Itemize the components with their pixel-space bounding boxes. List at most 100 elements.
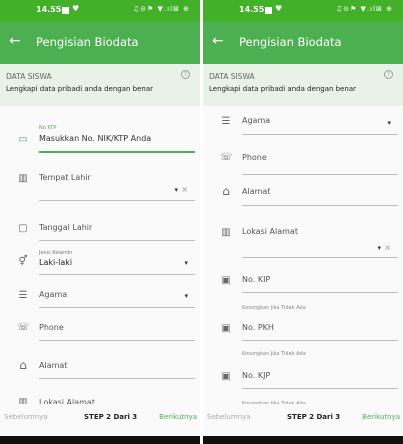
status-time: 14.55 — [239, 5, 265, 14]
pkh-field[interactable]: ▣ No. PKH Kosongkan Jika Tidak Ada — [203, 320, 403, 360]
dropdown-arrow-icon[interactable]: ▾ — [377, 244, 381, 252]
ktp-input[interactable]: Masukkan No. NIK/KTP Anda — [39, 134, 151, 143]
lokasi-alamat-underline — [242, 257, 398, 258]
phone-label: Phone — [242, 153, 267, 162]
tanggal-lahir-underline — [39, 240, 195, 241]
tempat-lahir-field[interactable]: ▥ Tempat Lahir ▾ × — [0, 170, 200, 206]
help-icon[interactable]: ? — [384, 70, 393, 79]
card-icon: ▣ — [221, 371, 231, 382]
notification-square-icon — [62, 7, 69, 14]
home-icon: ⌂ — [222, 184, 230, 198]
agama-field[interactable]: ☰ Agama ▾ — [203, 113, 403, 137]
notification-square-icon — [265, 7, 272, 14]
system-status-icons: ♫⊝⚑ ▼.ıl⊠ ⊕ — [132, 5, 190, 13]
alamat-field[interactable]: ⌂ Alamat — [203, 184, 403, 208]
right-screen: 14.55 ♥ ♫⊝⚑ ▼.ıl⊠ ⊕ ← Pengisian Biodata … — [203, 0, 403, 444]
page-title: Pengisian Biodata — [36, 35, 139, 49]
app-bar: ← Pengisian Biodata — [0, 22, 200, 64]
previous-button[interactable]: Sebelumnya — [207, 413, 251, 421]
list-icon: ☰ — [221, 116, 231, 127]
phone-icon: ☏ — [220, 152, 233, 163]
heart-icon: ♥ — [72, 4, 80, 13]
clear-icon[interactable]: × — [181, 185, 188, 194]
system-nav-bar — [0, 436, 200, 444]
kip-field[interactable]: ▣ No. KIP Kosongkan Jika Tidak Ada — [203, 272, 403, 312]
dropdown-arrow-icon[interactable]: ▾ — [184, 292, 188, 300]
section-label: DATA SISWA — [209, 72, 255, 81]
alamat-label: Alamat — [242, 187, 271, 196]
kip-label: No. KIP — [242, 275, 271, 284]
phone-field[interactable]: ☏ Phone — [0, 320, 200, 344]
back-arrow-icon[interactable]: ← — [212, 33, 224, 49]
back-arrow-icon[interactable]: ← — [9, 33, 21, 49]
step-indicator: STEP 2 Dari 3 — [287, 413, 341, 421]
tempat-lahir-label: Tempat Lahir — [39, 173, 91, 182]
alamat-label: Alamat — [39, 361, 68, 370]
id-card-icon: ▭ — [18, 134, 28, 145]
status-bar: 14.55 ♥ ♫⊝⚑ ▼.ıl⊠ ⊕ — [203, 0, 403, 22]
pkh-label: No. PKH — [242, 323, 274, 332]
section-description: Lengkapi data pribadi anda dengan benar — [209, 85, 357, 93]
system-nav-bar — [203, 436, 403, 444]
alamat-underline — [39, 378, 195, 379]
ktp-underline — [39, 151, 195, 153]
dropdown-arrow-icon[interactable]: ▾ — [174, 186, 178, 194]
kjp-label: No. KJP — [242, 371, 271, 380]
jenis-kelamin-value[interactable]: Laki-laki — [39, 258, 72, 267]
help-icon[interactable]: ? — [181, 70, 190, 79]
page-title: Pengisian Biodata — [239, 35, 342, 49]
kjp-underline — [242, 388, 398, 389]
jenis-kelamin-label: Jenis Kelamin — [39, 250, 73, 256]
lokasi-alamat-field[interactable]: ▥ Lokasi Alamat ▾ × — [203, 224, 403, 260]
tempat-lahir-underline — [39, 200, 195, 201]
pkh-underline — [242, 340, 398, 341]
previous-button[interactable]: Sebelumnya — [4, 413, 48, 421]
pkh-hint: Kosongkan Jika Tidak Ada — [242, 351, 306, 357]
kjp-field[interactable]: ▣ No. KJP Kosongkan Jika Tidak Ada — [203, 368, 403, 408]
alamat-underline — [242, 205, 398, 206]
clear-icon[interactable]: × — [384, 243, 391, 252]
jenis-kelamin-underline — [39, 274, 195, 275]
kip-hint: Kosongkan Jika Tidak Ada — [242, 305, 306, 311]
phone-underline — [242, 174, 398, 175]
jenis-kelamin-field[interactable]: ⚥ Jenis Kelamin Laki-laki ▾ — [0, 248, 200, 280]
tanggal-lahir-field[interactable]: ▢ Tanggal Lahir — [0, 220, 200, 244]
home-icon: ⌂ — [19, 358, 27, 372]
section-header: DATA SISWA ? Lengkapi data pribadi anda … — [203, 64, 403, 106]
app-bar: ← Pengisian Biodata — [203, 22, 403, 64]
section-header: DATA SISWA ? Lengkapi data pribadi anda … — [0, 64, 200, 106]
heart-icon: ♥ — [275, 4, 283, 13]
tanggal-lahir-label: Tanggal Lahir — [39, 223, 93, 232]
footer: Sebelumnya STEP 2 Dari 3 Berikutnya — [0, 404, 200, 436]
ktp-label: No KTP — [39, 125, 57, 131]
map-icon: ▥ — [221, 227, 231, 238]
dropdown-arrow-icon[interactable]: ▾ — [387, 119, 391, 127]
card-icon: ▣ — [221, 323, 231, 334]
card-icon: ▣ — [221, 275, 231, 286]
status-time: 14.55 — [36, 5, 62, 14]
lokasi-alamat-label: Lokasi Alamat — [242, 227, 298, 236]
left-screen: 14.55 ♥ ♫⊝⚑ ▼.ıl⊠ ⊕ ← Pengisian Biodata … — [0, 0, 200, 444]
agama-label: Agama — [39, 290, 68, 299]
kip-underline — [242, 292, 398, 293]
agama-label: Agama — [242, 116, 271, 125]
section-description: Lengkapi data pribadi anda dengan benar — [6, 85, 154, 93]
agama-field[interactable]: ☰ Agama ▾ — [0, 287, 200, 311]
agama-underline — [242, 134, 398, 135]
dropdown-arrow-icon[interactable]: ▾ — [184, 259, 188, 267]
phone-field[interactable]: ☏ Phone — [203, 150, 403, 176]
ktp-field[interactable]: ▭ No KTP Masukkan No. NIK/KTP Anda — [0, 122, 200, 156]
step-indicator: STEP 2 Dari 3 — [84, 413, 138, 421]
gender-icon: ⚥ — [18, 256, 28, 267]
phone-label: Phone — [39, 323, 64, 332]
next-button[interactable]: Berikutnya — [362, 413, 400, 421]
phone-underline — [39, 340, 195, 341]
list-icon: ☰ — [18, 290, 28, 301]
calendar-icon: ▢ — [18, 223, 28, 234]
next-button[interactable]: Berikutnya — [159, 413, 197, 421]
agama-underline — [39, 307, 195, 308]
map-icon: ▥ — [18, 173, 28, 184]
alamat-field[interactable]: ⌂ Alamat — [0, 358, 200, 382]
system-status-icons: ♫⊝⚑ ▼.ıl⊠ ⊕ — [335, 5, 393, 13]
footer: Sebelumnya STEP 2 Dari 3 Berikutnya — [203, 404, 403, 436]
